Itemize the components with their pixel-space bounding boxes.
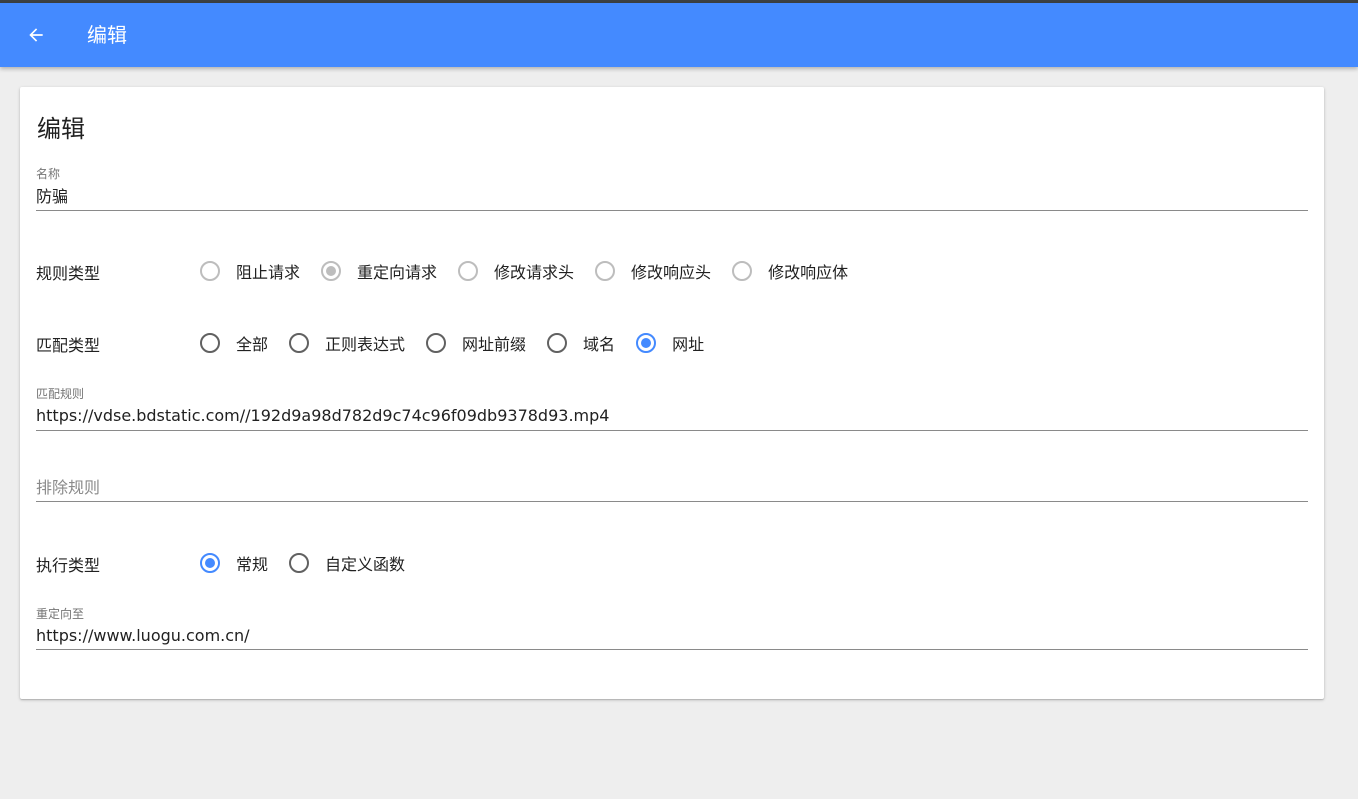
rule-type-option: 修改请求头: [458, 259, 574, 283]
radio-option-label: 全部: [236, 335, 269, 354]
exec-type-radio-group: 常规 自定义函数: [200, 551, 426, 575]
rule-type-radio-group: 阻止请求 重定向请求 修改请求头 修改响应头 修改响应体: [200, 259, 869, 283]
match-type-option[interactable]: 网址前缀: [426, 331, 526, 355]
card-title: 编辑: [37, 115, 85, 143]
match-rule-input[interactable]: [36, 403, 1308, 427]
edit-card: 编辑 名称 规则类型 阻止请求 重定向请求 修改请求头 修改响应头 修改响应体 匹配类型…: [20, 87, 1324, 699]
match-type-label: 匹配类型: [36, 336, 101, 355]
radio-unchecked-icon[interactable]: [289, 553, 310, 573]
name-field: 名称: [36, 163, 1308, 211]
radio-checked-icon[interactable]: [200, 553, 220, 573]
radio-option-label: 正则表达式: [325, 335, 406, 354]
radio-dot: [294, 558, 304, 568]
radio-dot: [600, 266, 610, 276]
rule-type-label: 规则类型: [36, 264, 101, 283]
redirect-to-input[interactable]: [36, 623, 1308, 647]
radio-option-label: 网址前缀: [462, 335, 527, 354]
radio-unchecked-icon: [732, 261, 753, 281]
radio-unchecked-icon[interactable]: [200, 333, 220, 353]
back-button[interactable]: [18, 17, 54, 53]
match-type-option[interactable]: 全部: [200, 331, 268, 355]
exec-type-option[interactable]: 自定义函数: [289, 551, 405, 575]
radio-option-label: 修改响应头: [631, 263, 712, 282]
radio-option-label: 域名: [583, 335, 616, 354]
rule-type-option: 重定向请求: [321, 259, 437, 283]
radio-dot: [205, 266, 215, 276]
radio-unchecked-icon[interactable]: [547, 333, 568, 353]
name-field-label: 名称: [36, 167, 61, 181]
arrow-left-icon: [29, 28, 43, 42]
radio-unchecked-icon[interactable]: [289, 333, 310, 353]
radio-option-label: 阻止请求: [236, 263, 301, 282]
radio-dot: [737, 266, 747, 276]
redirect-to-field: 重定向至: [36, 603, 1308, 650]
radio-unchecked-icon: [458, 261, 479, 281]
radio-checked-icon: [321, 261, 342, 281]
match-type-option[interactable]: 域名: [547, 331, 615, 355]
radio-unchecked-icon: [595, 261, 616, 281]
radio-checked-icon[interactable]: [636, 333, 657, 353]
rule-type-option: 修改响应头: [595, 259, 711, 283]
app-bar: 编辑: [0, 3, 1358, 67]
match-rule-label: 匹配规则: [36, 387, 85, 401]
radio-unchecked-icon[interactable]: [426, 333, 447, 353]
exclude-rule-field: [36, 473, 1308, 502]
radio-option-label: 网址: [672, 335, 705, 354]
radio-option-label: 修改请求头: [494, 263, 575, 282]
match-type-option[interactable]: 网址: [636, 331, 704, 355]
radio-dot: [431, 338, 441, 348]
radio-option-label: 常规: [236, 555, 269, 574]
radio-dot: [463, 266, 473, 276]
radio-dot: [641, 338, 652, 348]
radio-unchecked-icon: [200, 261, 220, 281]
match-type-radio-group: 全部 正则表达式 网址前缀 域名 网址: [200, 331, 725, 355]
app-bar-title: 编辑: [87, 23, 127, 47]
exclude-rule-input[interactable]: [36, 475, 1308, 499]
radio-option-label: 重定向请求: [357, 263, 438, 282]
match-rule-field: 匹配规则: [36, 383, 1308, 431]
radio-dot: [205, 558, 215, 568]
exec-type-label: 执行类型: [36, 556, 101, 575]
radio-dot: [552, 338, 562, 348]
rule-type-option: 修改响应体: [732, 259, 848, 283]
exec-type-option[interactable]: 常规: [200, 551, 268, 575]
rule-type-option: 阻止请求: [200, 259, 300, 283]
redirect-to-label: 重定向至: [36, 607, 85, 621]
radio-dot: [294, 338, 304, 348]
name-input[interactable]: [36, 183, 1308, 207]
radio-option-label: 修改响应体: [768, 263, 849, 282]
radio-option-label: 自定义函数: [325, 555, 406, 574]
radio-dot: [326, 266, 337, 276]
match-type-option[interactable]: 正则表达式: [289, 331, 405, 355]
radio-dot: [205, 338, 215, 348]
